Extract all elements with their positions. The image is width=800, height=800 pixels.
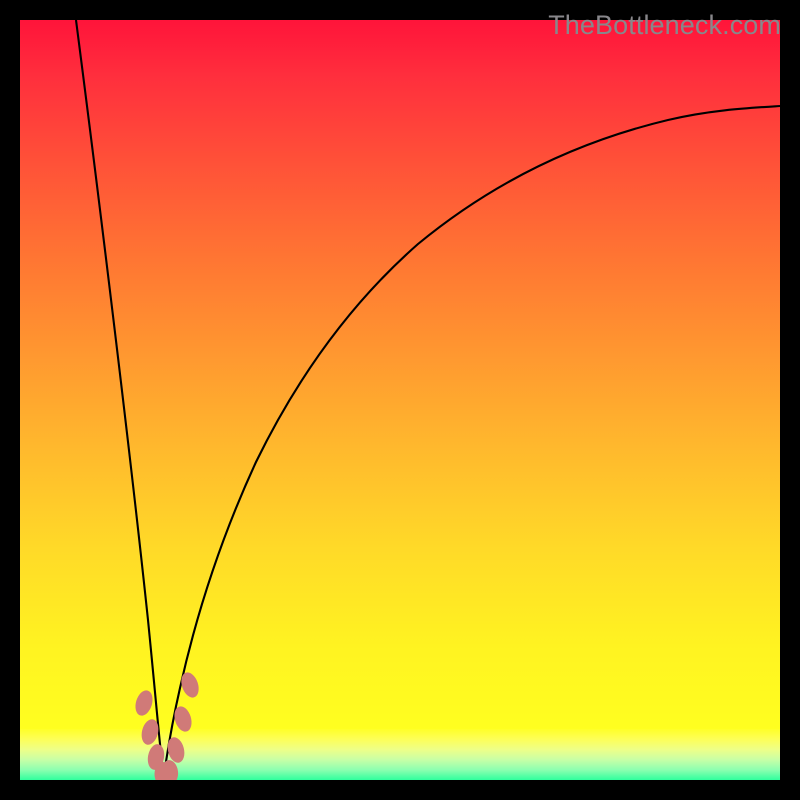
curve-left-branch <box>76 20 164 777</box>
chart-frame: TheBottleneck.com <box>0 0 800 800</box>
watermark-text: TheBottleneck.com <box>548 10 781 41</box>
curve-right-branch <box>164 106 780 777</box>
plot-area <box>20 20 780 780</box>
data-markers <box>133 670 202 780</box>
curve-layer <box>20 20 780 780</box>
